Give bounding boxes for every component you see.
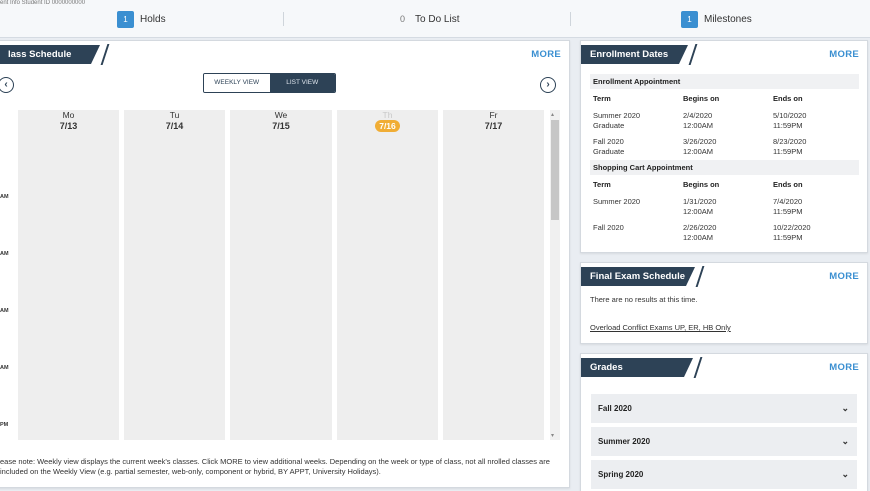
col-term: Term: [593, 180, 611, 189]
col-begins: Begins on: [683, 94, 720, 103]
col-ends: Ends on: [773, 94, 803, 103]
hour-label: AM: [0, 251, 9, 257]
final-exam-card: Final Exam Schedule MORE There are no re…: [580, 262, 868, 344]
table-cell: 1/31/2020 12:00AM: [683, 197, 717, 216]
grades-more-link[interactable]: MORE: [829, 362, 859, 373]
list-view-tab[interactable]: LIST VIEW: [269, 74, 335, 92]
day-column-tu[interactable]: [124, 110, 225, 440]
hour-label: PM: [0, 422, 9, 428]
grades-title: Grades: [581, 357, 703, 378]
day-name-fr: Fr: [489, 110, 498, 120]
holds-link[interactable]: 1 Holds: [117, 0, 166, 38]
divider: [283, 12, 284, 26]
milestones-link[interactable]: 1 Milestones: [681, 0, 752, 38]
table-cell: 8/23/2020 11:59PM: [773, 137, 807, 156]
todo-count: 0: [400, 14, 406, 24]
scroll-up-icon[interactable]: ▴: [551, 111, 554, 118]
day-name-we: We: [274, 110, 288, 120]
chevron-down-icon: ⌄: [841, 436, 849, 446]
final-exam-title: Final Exam Schedule: [581, 266, 705, 287]
col-begins: Begins on: [683, 180, 720, 189]
schedule-more-link[interactable]: MORE: [531, 49, 561, 60]
day-date-mo: 7/13: [59, 121, 78, 131]
day-date-tu: 7/14: [165, 121, 184, 131]
todo-link[interactable]: 0 To Do List: [400, 0, 459, 38]
table-cell: Summer 2020 Graduate: [593, 111, 641, 130]
day-date-we: 7/15: [272, 121, 290, 131]
summary-bar: ent Info Student ID 0000000000 1 Holds 0…: [0, 0, 870, 38]
chevron-down-icon: ⌄: [841, 403, 849, 413]
grades-card: Grades MORE Fall 2020 ⌄ Summer 2020 ⌄ Sp…: [580, 353, 868, 491]
scroll-down-icon[interactable]: ▾: [551, 432, 554, 439]
enrollment-dates-title: Enrollment Dates: [581, 44, 698, 65]
table-cell: 2/4/2020 12:00AM: [683, 111, 714, 130]
milestones-count-badge: 1: [681, 10, 698, 28]
holds-label: Holds: [140, 13, 166, 25]
class-schedule-title: lass Schedule: [0, 44, 110, 65]
day-column-fr[interactable]: [443, 110, 544, 440]
grade-term-row[interactable]: Summer 2020 ⌄: [591, 427, 857, 456]
enrollment-appointment-heading: Enrollment Appointment: [590, 74, 859, 89]
day-name-mo: Mo: [62, 110, 75, 120]
table-cell: Fall 2020 Graduate: [593, 137, 625, 156]
holds-count-badge: 1: [117, 10, 134, 28]
enrollment-dates-card: Enrollment Dates MORE Enrollment Appoint…: [580, 40, 868, 253]
table-cell: 7/4/2020 11:59PM: [773, 197, 803, 216]
weekly-view-note: ease note: Weekly view displays the curr…: [0, 457, 550, 476]
table-cell: Summer 2020: [593, 197, 641, 206]
grade-term-label: Summer 2020: [598, 437, 651, 446]
day-column-we[interactable]: [230, 110, 332, 440]
schedule-scroll-thumb[interactable]: [551, 120, 559, 220]
table-cell: 5/10/2020 11:59PM: [773, 111, 807, 130]
table-cell: 2/26/2020 12:00AM: [683, 223, 717, 242]
day-column-mo[interactable]: [18, 110, 119, 440]
day-name-tu: Tu: [169, 110, 180, 120]
shopping-cart-appointment-heading: Shopping Cart Appointment: [590, 160, 859, 175]
grade-term-label: Fall 2020: [598, 404, 632, 413]
student-id-text: ent Info Student ID 0000000000: [0, 0, 86, 6]
grade-term-label: Spring 2020: [598, 470, 644, 479]
hour-label: AM: [0, 365, 9, 371]
hour-label: AM: [0, 308, 9, 314]
day-name-th: Th: [382, 110, 393, 120]
chevron-right-icon[interactable]: ›: [540, 77, 556, 93]
chevron-down-icon: ⌄: [841, 469, 849, 479]
divider: [570, 12, 571, 26]
weekly-view-tab[interactable]: WEEKLY VIEW: [204, 74, 270, 92]
overload-conflict-link[interactable]: Overload Conflict Exams UP, ER, HB Only: [590, 323, 731, 333]
today-date-badge: 7/16: [375, 120, 400, 132]
col-ends: Ends on: [773, 180, 803, 189]
day-date-th-wrap: 7/16: [337, 120, 438, 132]
final-exam-more-link[interactable]: MORE: [829, 271, 859, 282]
view-toggle: WEEKLY VIEW LIST VIEW: [203, 73, 336, 93]
col-term: Term: [593, 94, 611, 103]
milestones-label: Milestones: [704, 13, 752, 25]
grade-term-row[interactable]: Fall 2020 ⌄: [591, 394, 857, 423]
todo-label: To Do List: [415, 13, 460, 25]
grade-term-row[interactable]: Spring 2020 ⌄: [591, 460, 857, 489]
enrollment-more-link[interactable]: MORE: [829, 49, 859, 60]
no-results-text: There are no results at this time.: [590, 295, 698, 304]
hour-label: AM: [0, 194, 9, 200]
table-cell: Fall 2020: [593, 223, 624, 232]
table-cell: 10/22/2020 11:59PM: [773, 223, 811, 242]
day-column-th[interactable]: [337, 110, 438, 440]
day-date-fr: 7/17: [484, 121, 503, 131]
table-cell: 3/26/2020 12:00AM: [683, 137, 717, 156]
